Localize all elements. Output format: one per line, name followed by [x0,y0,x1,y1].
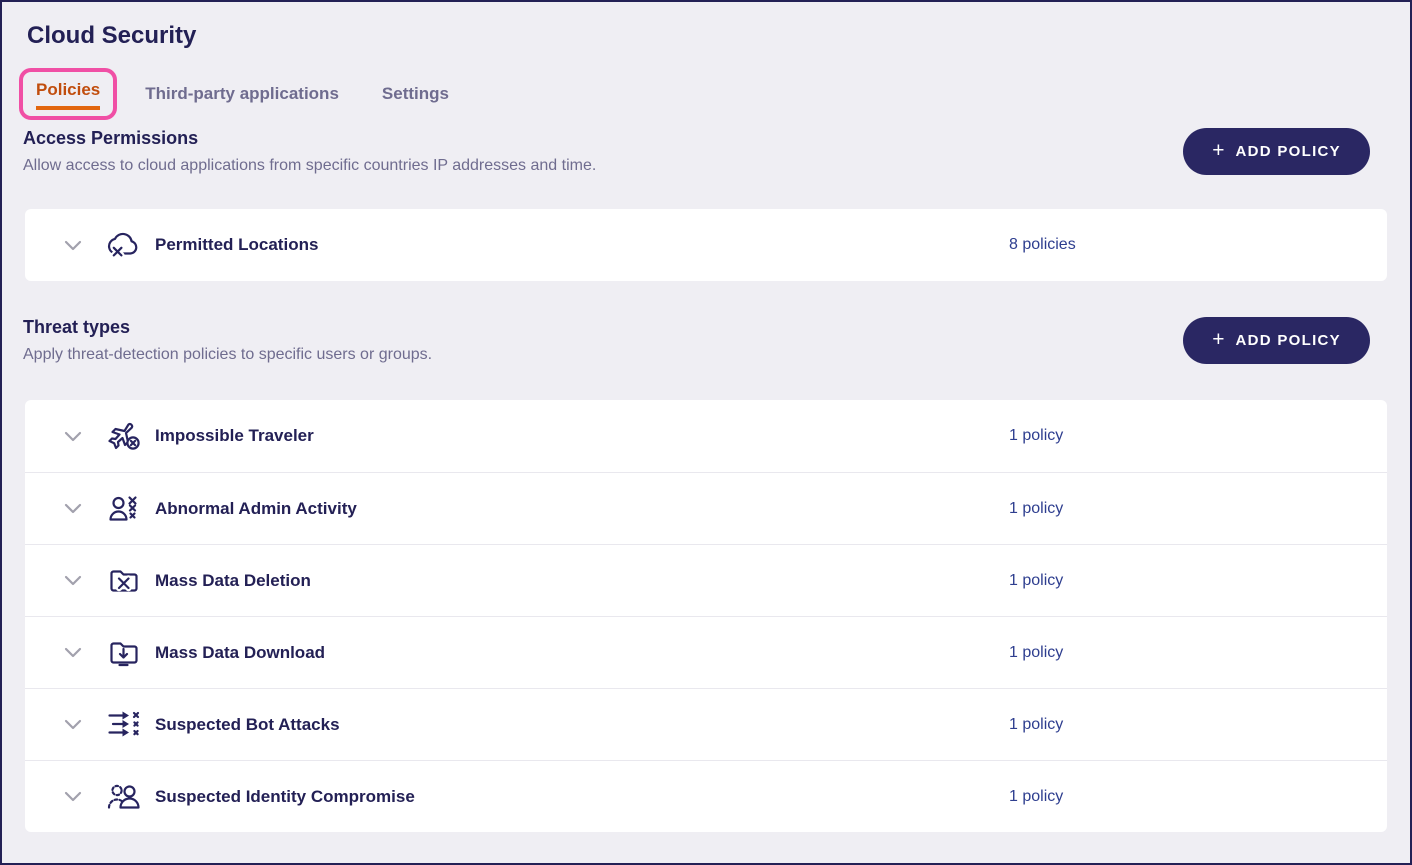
row-label: Mass Data Deletion [155,570,311,590]
section-threat-types-header: Threat types Apply threat-detection poli… [2,317,1410,364]
tab-policies[interactable]: Policies [36,80,101,110]
add-policy-label: ADD POLICY [1235,143,1341,160]
chevron-down-icon[interactable] [64,503,82,514]
chevron-down-icon[interactable] [64,791,82,802]
policies-tab-highlight: Policies [19,68,118,120]
row-suspected-identity-compromise[interactable]: Suspected Identity Compromise 1 policy [25,760,1387,832]
cloud-security-page: Cloud Security Policies Third-party appl… [0,0,1412,865]
row-label: Mass Data Download [155,642,326,662]
policy-count: 8 policies [1009,236,1076,253]
policy-count: 1 policy [1009,499,1064,517]
access-permissions-card: Permitted Locations 8 policies [25,209,1387,281]
folder-download-icon [106,638,144,668]
row-mass-data-deletion[interactable]: Mass Data Deletion 1 policy [25,544,1387,616]
policy-count: 1 policy [1009,571,1064,589]
row-label: Permitted Locations [155,235,319,254]
section-description: Allow access to cloud applications from … [23,157,597,174]
tab-third-party-applications[interactable]: Third-party applications [145,84,339,104]
row-label: Suspected Identity Compromise [155,786,415,806]
tab-bar: Policies Third-party applications Settin… [19,68,1410,120]
identity-compromise-icon [106,782,144,812]
policy-count: 1 policy [1009,715,1064,733]
plus-icon: + [1212,139,1225,162]
row-label: Impossible Traveler [155,426,314,445]
row-impossible-traveler[interactable]: Impossible Traveler 1 policy [25,400,1387,472]
threat-types-card: Impossible Traveler 1 policy Abnormal Ad… [25,400,1387,832]
chevron-down-icon[interactable] [64,431,82,442]
row-suspected-bot-attacks[interactable]: Suspected Bot Attacks 1 policy [25,688,1387,760]
policy-count: 1 policy [1009,787,1064,805]
row-abnormal-admin-activity[interactable]: Abnormal Admin Activity 1 policy [25,472,1387,544]
plus-icon: + [1212,328,1225,351]
folder-x-icon [106,566,144,596]
chevron-down-icon[interactable] [64,575,82,586]
cloud-location-icon [106,230,144,260]
add-policy-button[interactable]: + ADD POLICY [1183,317,1370,364]
chevron-down-icon[interactable] [64,719,82,730]
row-permitted-locations[interactable]: Permitted Locations 8 policies [25,209,1387,281]
row-mass-data-download[interactable]: Mass Data Download 1 policy [25,616,1387,688]
row-label: Suspected Bot Attacks [155,714,340,734]
policy-count: 1 policy [1009,643,1064,661]
admin-x-icon [106,494,144,524]
policy-count: 1 policy [1009,427,1064,444]
add-policy-label: ADD POLICY [1235,332,1341,349]
airplane-x-icon [106,421,144,451]
section-heading: Threat types [23,317,131,337]
bot-attacks-icon [106,710,144,740]
chevron-down-icon[interactable] [64,647,82,658]
page-title: Cloud Security [27,22,197,49]
tab-settings[interactable]: Settings [382,84,449,104]
section-heading: Access Permissions [23,128,199,148]
section-access-permissions-header: Access Permissions Allow access to cloud… [2,128,1410,175]
add-policy-button[interactable]: + ADD POLICY [1183,128,1370,175]
row-label: Abnormal Admin Activity [155,498,357,518]
section-description: Apply threat-detection policies to speci… [23,346,433,363]
chevron-down-icon[interactable] [64,240,82,251]
